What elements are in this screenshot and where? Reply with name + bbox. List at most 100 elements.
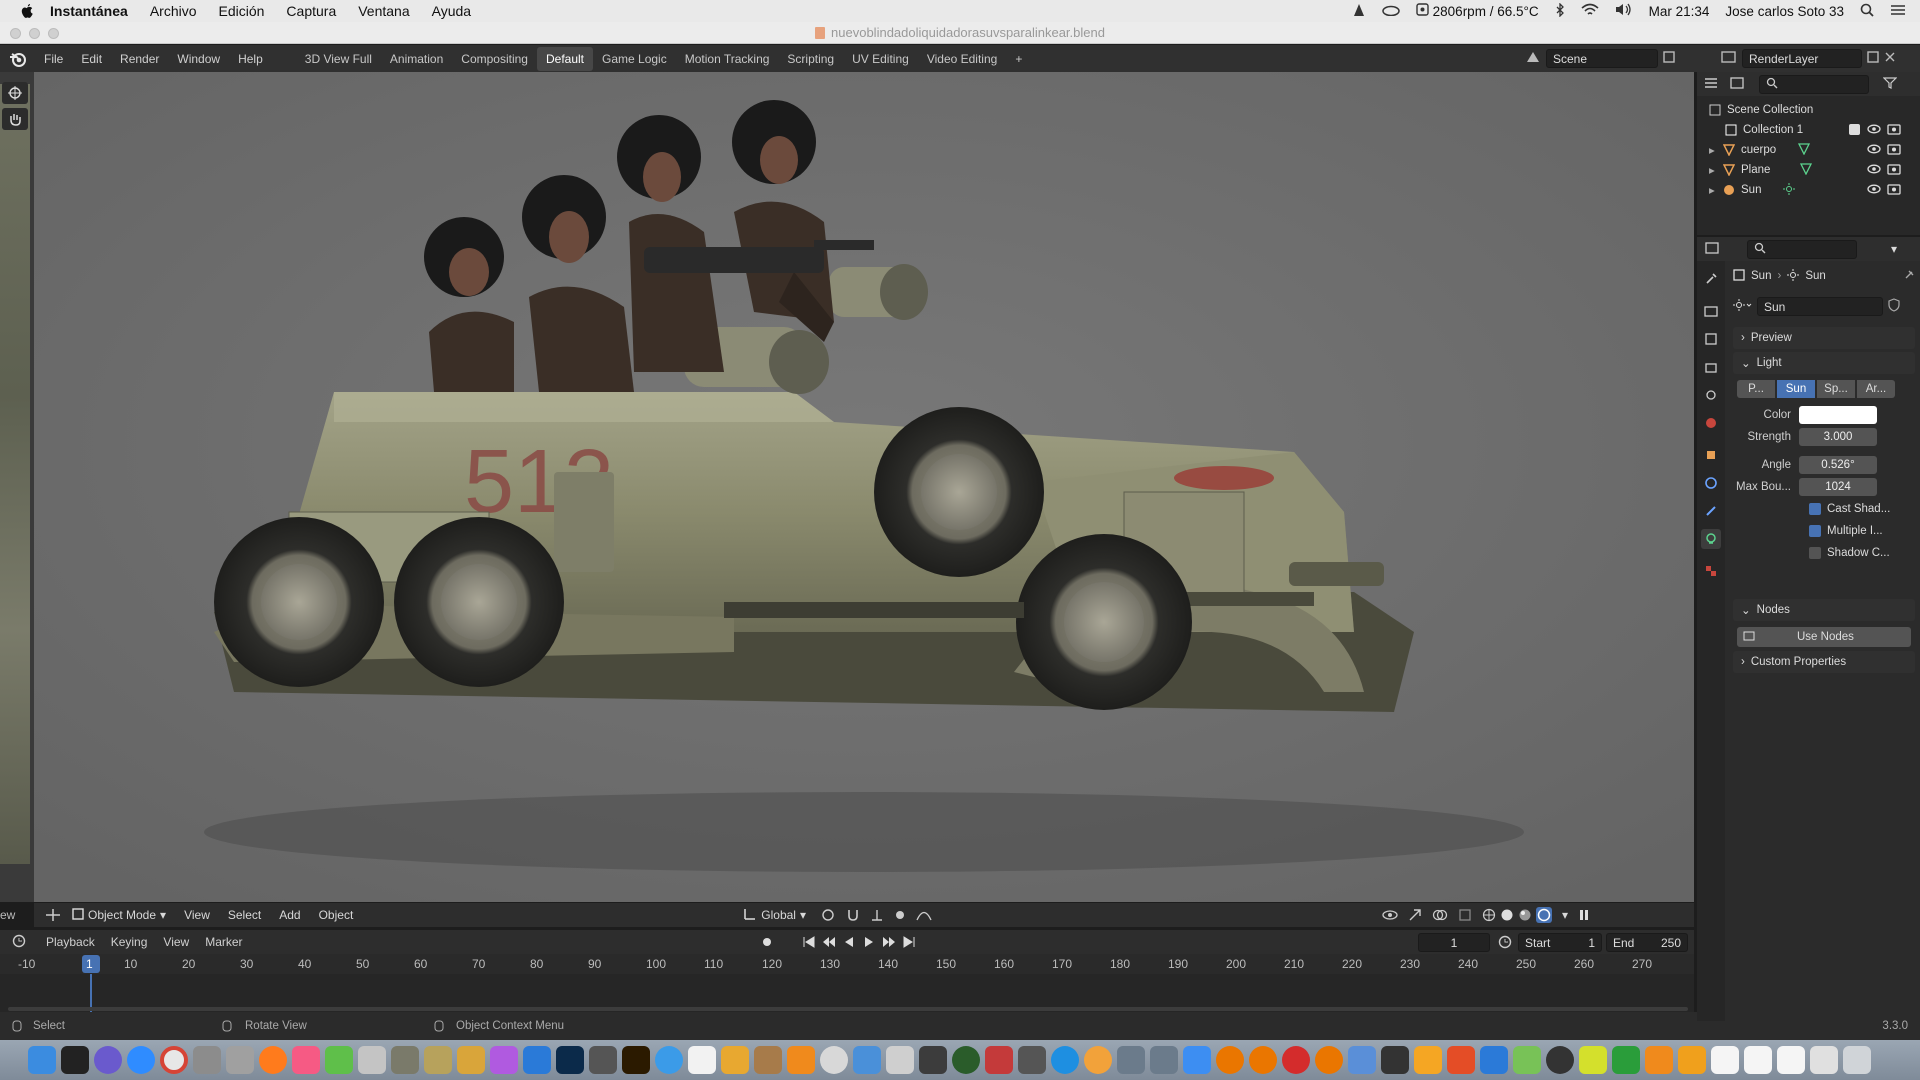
start-frame-field[interactable]: Start 1 [1518, 933, 1602, 952]
expand-arrow-icon[interactable]: ▸ [1709, 163, 1723, 177]
dock-firefox-icon[interactable] [259, 1046, 287, 1074]
dock-app-icon[interactable] [1282, 1046, 1310, 1074]
volume-icon[interactable] [1615, 3, 1633, 19]
dock-app-icon[interactable] [1018, 1046, 1046, 1074]
tab-scene-icon[interactable] [1701, 385, 1721, 405]
pan-hand-icon[interactable] [2, 108, 28, 130]
eye-icon[interactable] [1867, 143, 1881, 158]
vp-menu-object[interactable]: Object [319, 908, 354, 922]
vp-menu-select[interactable]: Select [228, 908, 261, 922]
menu-help[interactable]: Help [238, 52, 263, 66]
camera-render-icon[interactable] [1887, 183, 1901, 198]
dock-preview-icon[interactable] [358, 1046, 386, 1074]
light-type-point[interactable]: P... [1737, 380, 1775, 398]
dock-app-icon[interactable] [457, 1046, 485, 1074]
snap-target-icon[interactable] [870, 908, 884, 922]
timeline-track-area[interactable] [0, 974, 1694, 1012]
scene-field[interactable]: Scene [1546, 49, 1658, 68]
menubar-ventana[interactable]: Ventana [358, 3, 409, 19]
dock-blender-icon[interactable] [1315, 1046, 1343, 1074]
angle-field[interactable]: 0.526° [1799, 456, 1877, 474]
dock-chrome-icon[interactable] [160, 1046, 188, 1074]
gizmo-icon[interactable] [1408, 908, 1422, 922]
dock-launchpad-icon[interactable] [226, 1046, 254, 1074]
menu-render[interactable]: Render [120, 52, 159, 66]
dock-document-icon[interactable] [1744, 1046, 1772, 1074]
scene-selector-icon[interactable] [1524, 50, 1542, 67]
orientation-dropdown[interactable]: Global ▾ [743, 907, 806, 924]
timeline-editor-icon[interactable] [12, 934, 30, 951]
display-mode-icon[interactable] [1729, 76, 1745, 93]
dock-siri-icon[interactable] [94, 1046, 122, 1074]
spotlight-search-icon[interactable] [1860, 3, 1874, 20]
color-swatch[interactable] [1799, 406, 1877, 424]
tab-constraints-icon[interactable] [1701, 501, 1721, 521]
outliner-item-sun[interactable]: ▸ Sun [1697, 180, 1920, 200]
vp-menu-add[interactable]: Add [279, 908, 300, 922]
dock-app-icon[interactable] [853, 1046, 881, 1074]
dock-utorrent-icon[interactable] [325, 1046, 353, 1074]
nodes-panel-header[interactable]: ⌄ Nodes [1733, 599, 1915, 621]
dock-app-icon[interactable] [820, 1046, 848, 1074]
pivot-point-icon[interactable] [820, 908, 836, 922]
dock-app-icon[interactable] [1810, 1046, 1838, 1074]
render-layer-field[interactable]: RenderLayer [1742, 49, 1862, 68]
outliner-scene-collection[interactable]: Scene Collection [1697, 100, 1920, 120]
dock-app-icon[interactable] [886, 1046, 914, 1074]
add-workspace-button[interactable]: + [1006, 47, 1031, 71]
camera-render-icon[interactable] [1887, 123, 1901, 138]
cursor-tool-icon[interactable] [2, 82, 28, 104]
dock-app-icon[interactable] [1348, 1046, 1376, 1074]
menu-file[interactable]: File [44, 52, 63, 66]
dock-app-icon[interactable] [424, 1046, 452, 1074]
overlay-icon[interactable] [1432, 908, 1448, 922]
custom-properties-header[interactable]: › Custom Properties [1733, 651, 1915, 673]
dock-app-icon[interactable] [1150, 1046, 1178, 1074]
dock-app-icon[interactable] [655, 1046, 683, 1074]
menubar-archivo[interactable]: Archivo [150, 3, 197, 19]
eye-icon[interactable] [1867, 183, 1881, 198]
outliner-collection-1[interactable]: Collection 1 [1697, 120, 1920, 140]
tab-game-logic[interactable]: Game Logic [593, 47, 676, 71]
bluetooth-icon[interactable] [1555, 1, 1565, 20]
shadow-caustics-checkbox[interactable] [1809, 547, 1821, 559]
dock-app-icon[interactable] [1546, 1046, 1574, 1074]
eye-icon[interactable] [1867, 163, 1881, 178]
tab-output-icon[interactable] [1701, 329, 1721, 349]
dock-blender-icon[interactable] [1249, 1046, 1277, 1074]
outliner-search-input[interactable] [1759, 74, 1869, 94]
dock-app-icon[interactable] [523, 1046, 551, 1074]
dock-finder-icon[interactable] [28, 1046, 56, 1074]
falloff-icon[interactable] [916, 909, 932, 921]
dock-books-icon[interactable] [1084, 1046, 1112, 1074]
expand-arrow-icon[interactable]: ▸ [1709, 143, 1723, 157]
expand-arrow-icon[interactable]: ▸ [1709, 183, 1723, 197]
tab-animation[interactable]: Animation [381, 47, 452, 71]
datablock-name-field[interactable]: Sun [1757, 297, 1883, 316]
fan-status[interactable]: 2806rpm / 66.5°C [1415, 3, 1539, 19]
dock-photoshop-icon[interactable] [556, 1046, 584, 1074]
dock-app-icon[interactable] [1183, 1046, 1211, 1074]
tab-video-editing[interactable]: Video Editing [918, 47, 1007, 71]
pause-render-icon[interactable] [1578, 909, 1590, 921]
shadow-caustics-row[interactable]: Shadow C... [1733, 542, 1915, 564]
menu-window[interactable]: Window [177, 52, 220, 66]
dock-app-icon[interactable] [1447, 1046, 1475, 1074]
snap-icon[interactable] [846, 908, 860, 922]
visibility-icon[interactable] [1382, 909, 1398, 921]
dock-terminal-icon[interactable] [61, 1046, 89, 1074]
tab-scripting[interactable]: Scripting [778, 47, 843, 71]
next-keyframe-icon[interactable] [882, 935, 896, 952]
light-datablock-icon[interactable] [1733, 298, 1753, 315]
shading-solid-icon[interactable] [1500, 908, 1514, 922]
close-window-button[interactable] [10, 28, 21, 39]
tab-uv-editing[interactable]: UV Editing [843, 47, 918, 71]
dock-document-icon[interactable] [1777, 1046, 1805, 1074]
tab-light-data-icon[interactable] [1701, 529, 1721, 549]
dock-app-icon[interactable] [589, 1046, 617, 1074]
menubar-app-name[interactable]: Instantánea [50, 3, 128, 19]
outliner-item-cuerpo[interactable]: ▸ cuerpo [1697, 140, 1920, 160]
dock-blender-icon[interactable] [1216, 1046, 1244, 1074]
prev-keyframe-icon[interactable] [822, 935, 836, 952]
tab-tool-icon[interactable] [1701, 269, 1721, 289]
